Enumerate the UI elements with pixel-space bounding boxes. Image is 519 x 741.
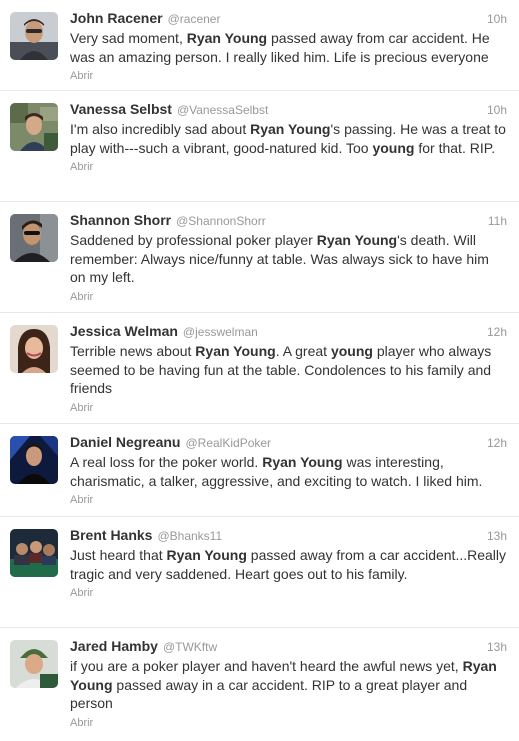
open-tweet-link[interactable]: Abrir — [70, 290, 93, 304]
tweet-text-segment: for that. RIP. — [414, 139, 496, 156]
open-tweet-link[interactable]: Abrir — [70, 586, 93, 600]
tweet-text: Very sad moment, Ryan Young passed away … — [70, 29, 507, 66]
tweet-text-segment: Just heard that — [70, 547, 167, 563]
tweet-text-highlight: Ryan Young — [250, 121, 331, 137]
author-name[interactable]: John Racener — [70, 9, 163, 27]
author-handle[interactable]: @Bhanks11 — [157, 527, 222, 545]
author-name[interactable]: Brent Hanks — [70, 526, 152, 544]
tweet-text: Saddened by professional poker player Ry… — [70, 231, 507, 287]
author-handle[interactable]: @jesswelman — [183, 323, 258, 341]
avatar[interactable] — [10, 325, 58, 373]
tweet-text: Terrible news about Ryan Young. A great … — [70, 342, 507, 398]
author-name[interactable]: Daniel Negreanu — [70, 433, 180, 451]
tweet-text-highlight: young — [372, 139, 415, 156]
tweet-text: Just heard that Ryan Young passed away f… — [70, 546, 507, 583]
tweet-text-segment: . A great — [275, 343, 331, 359]
tweet-item[interactable]: Jared Hamby @TWKftw 13h if you are a pok… — [0, 628, 519, 741]
tweet-text-segment: A real loss for the poker world. — [70, 454, 263, 470]
avatar[interactable] — [10, 640, 58, 688]
tweet-text-highlight: young — [330, 343, 373, 359]
tweet-text-segment: Saddened by professional poker player — [70, 232, 317, 248]
tweet-time[interactable]: 13h — [487, 527, 507, 545]
tweet-item[interactable]: Daniel Negreanu @RealKidPoker 12h A real… — [0, 424, 519, 517]
tweet-text-highlight: Ryan Young — [262, 454, 343, 470]
tweet-item[interactable]: Shannon Shorr @ShannonShorr 11h Saddened… — [0, 202, 519, 313]
tweet-time[interactable]: 12h — [487, 323, 507, 341]
tweet-text-highlight: Ryan Young — [186, 30, 268, 46]
author-name[interactable]: Shannon Shorr — [70, 211, 171, 229]
tweet-text-segment: Very sad moment, — [70, 30, 187, 46]
tweet-text-highlight: Ryan Young — [195, 343, 276, 359]
tweet-time[interactable]: 11h — [488, 212, 507, 230]
avatar[interactable] — [10, 436, 58, 484]
avatar[interactable] — [10, 214, 58, 262]
open-tweet-link[interactable]: Abrir — [70, 69, 93, 83]
tweet-text: if you are a poker player and haven't he… — [70, 657, 507, 713]
tweet-item[interactable]: Brent Hanks @Bhanks11 13h Just heard tha… — [0, 517, 519, 628]
tweet-time[interactable]: 12h — [487, 434, 507, 452]
author-name[interactable]: Jared Hamby — [70, 637, 158, 655]
open-tweet-link[interactable]: Abrir — [70, 160, 93, 174]
tweet-text-segment: Terrible news about — [70, 343, 196, 359]
open-tweet-link[interactable]: Abrir — [70, 493, 93, 507]
tweet-item[interactable]: John Racener @racener 10h Very sad momen… — [0, 0, 519, 91]
tweet-text-segment: passed away in a car accident. RIP to a … — [70, 676, 468, 712]
tweet-text-highlight: Ryan Young — [316, 232, 398, 248]
author-handle[interactable]: @RealKidPoker — [185, 434, 271, 452]
open-tweet-link[interactable]: Abrir — [70, 401, 93, 415]
author-handle[interactable]: @racener — [168, 10, 221, 28]
tweet-text: I'm also incredibly sad about Ryan Young… — [70, 120, 507, 157]
tweet-text: A real loss for the poker world. Ryan Yo… — [70, 453, 507, 490]
author-name[interactable]: Vanessa Selbst — [70, 100, 172, 118]
avatar[interactable] — [10, 12, 58, 60]
author-handle[interactable]: @TWKftw — [163, 638, 217, 656]
avatar[interactable] — [10, 103, 58, 151]
tweet-item[interactable]: Jessica Welman @jesswelman 12h Terrible … — [0, 313, 519, 424]
author-handle[interactable]: @VanessaSelbst — [177, 101, 268, 119]
tweet-time[interactable]: 13h — [487, 638, 507, 656]
avatar[interactable] — [10, 529, 58, 577]
tweet-time[interactable]: 10h — [487, 101, 507, 119]
author-name[interactable]: Jessica Welman — [70, 322, 178, 340]
tweet-text-segment: I'm also incredibly sad about — [70, 121, 251, 137]
tweet-text-highlight: Ryan Young — [166, 547, 247, 563]
tweet-timeline: John Racener @racener 10h Very sad momen… — [0, 0, 519, 741]
tweet-item[interactable]: Vanessa Selbst @VanessaSelbst 10h I'm al… — [0, 91, 519, 202]
author-handle[interactable]: @ShannonShorr — [176, 212, 266, 230]
tweet-text-segment: if you are a poker player and haven't he… — [70, 658, 463, 674]
tweet-time[interactable]: 10h — [487, 10, 507, 28]
open-tweet-link[interactable]: Abrir — [70, 716, 93, 730]
